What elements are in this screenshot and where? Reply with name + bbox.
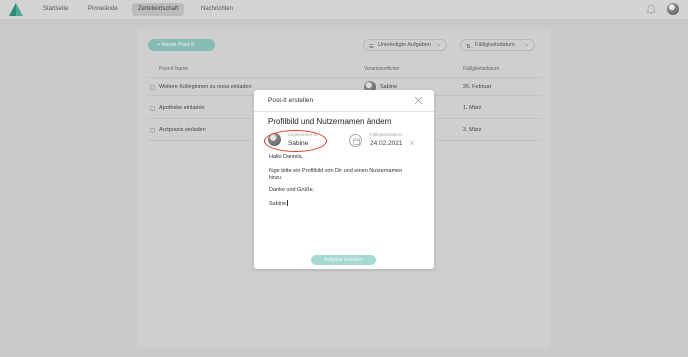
status-filter-label: Unerledigte Aufgaben (378, 42, 431, 48)
user-avatar[interactable] (667, 3, 679, 15)
close-icon[interactable] (414, 96, 423, 105)
column-header-due[interactable]: Fälligkeitsdatum (463, 66, 499, 72)
nav-startseite[interactable]: Startseite (37, 3, 74, 16)
filter-icon: ☰ (369, 44, 374, 50)
row-name: Apotheke einladen (159, 105, 205, 111)
body-line: hinzu. (269, 175, 283, 181)
row-checkbox[interactable] (150, 85, 155, 90)
chevron-down-icon: ⌄ (436, 42, 441, 48)
dialog-title: Post-It erstellen (268, 97, 314, 104)
row-checkbox[interactable] (150, 128, 155, 133)
sort-dropdown[interactable]: ⇅ Fälligkeitsdatum ⌄ (460, 39, 535, 51)
nav-zettelwirtschaft[interactable]: Zettelwirtschaft (132, 3, 185, 16)
body-line: füge bitte ein Profilbild von Dir und ei… (269, 168, 403, 174)
post-it-title-input[interactable]: Profilbild und Nutzernamen ändern (268, 117, 392, 126)
row-date: 1. März (463, 105, 482, 111)
create-post-it-dialog: Post-It erstellen Profilbild und Nutzern… (254, 90, 434, 269)
body-thanks: Danke und Grüße, (269, 187, 315, 193)
top-navigation: Startseite Pinnwände Zettelwirtschaft Na… (0, 0, 688, 19)
column-header-name[interactable]: Post-It Name (159, 66, 188, 72)
sort-label: Fälligkeitsdatum (475, 42, 515, 48)
nav-pinnwaende[interactable]: Pinnwände (82, 3, 124, 16)
body-greeting: Hallo Daniela, (269, 154, 304, 160)
row-divider (148, 77, 542, 78)
create-task-button[interactable]: Aufgabe erstellen (311, 255, 376, 265)
annotation-highlight-circle (264, 130, 327, 152)
bell-icon[interactable] (646, 4, 656, 15)
status-filter-dropdown[interactable]: ☰ Unerledigte Aufgaben ⌄ (363, 39, 447, 51)
new-post-it-button[interactable]: + Neuer Post-It (148, 39, 215, 51)
text-cursor (286, 200, 288, 206)
row-name: Weitere Kolleginnen zu nooa einladen (159, 84, 252, 90)
calendar-icon[interactable] (349, 134, 362, 147)
nav-nachrichten[interactable]: Nachrichten (195, 3, 239, 16)
row-checkbox[interactable] (150, 106, 155, 111)
dialog-header: Post-It erstellen (254, 90, 434, 112)
row-name: Arztpraxis einladen (159, 127, 206, 133)
sort-icon: ⇅ (466, 44, 471, 50)
due-date-input[interactable]: 24.02.2021 (370, 140, 403, 147)
body-signature: Sabine (269, 201, 287, 207)
row-date: 26. Februar (463, 84, 492, 90)
column-header-owner[interactable]: Verantwortlicher (364, 66, 400, 72)
logo-icon[interactable] (9, 3, 23, 16)
chevron-down-icon: ⌄ (524, 42, 529, 48)
clear-icon[interactable] (409, 140, 415, 146)
body-signature-line: Sabine (269, 200, 419, 208)
row-date: 3. März (463, 127, 482, 133)
due-date-label: Fälligkeitsdatum (370, 132, 403, 137)
